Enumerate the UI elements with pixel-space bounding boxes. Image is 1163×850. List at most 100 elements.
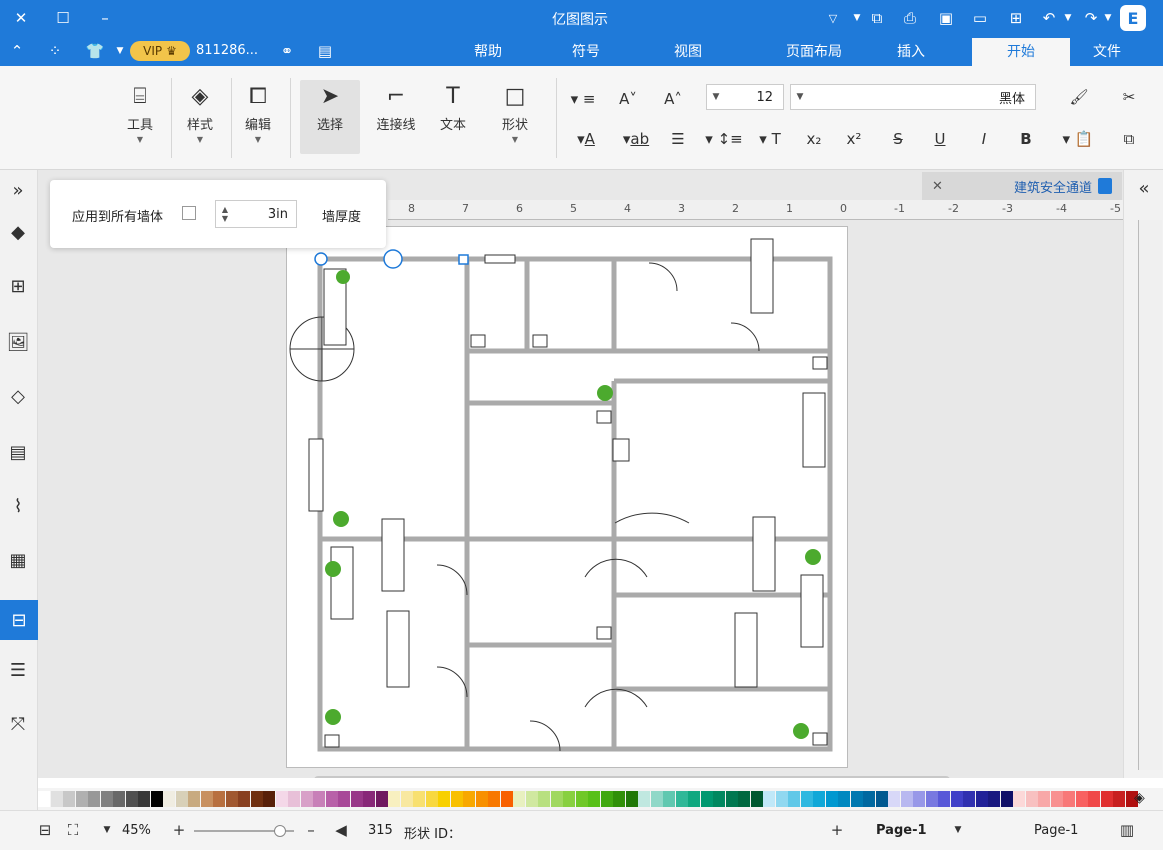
shapes-library-icon[interactable]: ⊞ (4, 272, 32, 300)
text-button[interactable]: T 文本 (426, 80, 480, 154)
apps-icon[interactable]: ⁘ (44, 40, 66, 62)
color-swatch[interactable] (75, 791, 88, 807)
color-swatch[interactable] (225, 791, 238, 807)
color-swatch[interactable] (413, 791, 425, 807)
color-swatch[interactable] (875, 791, 888, 807)
copy-icon[interactable]: ⧉ (1114, 126, 1144, 152)
canvas-area[interactable]: 8 7 6 5 4 3 2 1 0 -1 -2 -3 -4 -5 (38, 170, 1123, 778)
color-swatch[interactable] (675, 791, 688, 807)
color-swatch[interactable] (275, 791, 288, 807)
color-swatch[interactable] (313, 791, 325, 807)
page-selector[interactable]: Page-1 (1034, 823, 1078, 838)
color-swatch[interactable] (925, 791, 938, 807)
tab-6[interactable]: 帮助 (462, 38, 514, 66)
color-swatch[interactable] (888, 791, 900, 807)
align-dropdown-button[interactable]: ▾ ≡ (564, 86, 602, 112)
color-swatch[interactable] (763, 791, 775, 807)
color-swatch[interactable] (463, 791, 475, 807)
line-spacing-button[interactable]: ▾ ↕≡ (704, 126, 744, 152)
tab-3[interactable]: 页面布局 (764, 38, 864, 66)
color-swatch[interactable] (550, 791, 563, 807)
zoom-dropdown-icon[interactable]: ▼ (100, 821, 114, 839)
bullets-icon[interactable]: ☰ (664, 126, 692, 152)
color-swatch[interactable] (388, 791, 400, 807)
tools-button[interactable]: ⌸ 工具 ▼ (115, 80, 165, 160)
color-swatch[interactable] (725, 791, 738, 807)
pages-icon[interactable]: ▤ (4, 438, 32, 466)
add-page-icon[interactable]: + (826, 819, 848, 841)
color-swatch[interactable] (113, 791, 125, 807)
color-swatch[interactable] (663, 791, 675, 807)
color-swatch[interactable] (988, 791, 1000, 807)
zoom-in-icon[interactable]: + (168, 819, 190, 841)
color-swatch[interactable] (688, 791, 700, 807)
zoom-slider[interactable] (194, 825, 294, 837)
cut-icon[interactable]: ✂ (1114, 84, 1144, 110)
color-swatch[interactable] (175, 791, 188, 807)
color-swatch[interactable] (838, 791, 850, 807)
tab-1[interactable]: 开始 (972, 38, 1070, 66)
color-swatch[interactable] (263, 791, 275, 807)
color-swatch[interactable] (900, 791, 913, 807)
tab-0[interactable]: 文件 (1078, 38, 1136, 66)
color-swatch[interactable] (650, 791, 663, 807)
paste-button[interactable]: ▾ 📋 (1058, 126, 1098, 152)
color-swatch[interactable] (700, 791, 713, 807)
new-icon[interactable]: ⊞ (1004, 6, 1028, 30)
color-swatch[interactable] (1113, 791, 1125, 807)
text-case-button[interactable]: ▾ T (752, 126, 788, 152)
color-swatch[interactable] (788, 791, 800, 807)
stepper-arrows-icon[interactable]: ▲ ▼ (216, 205, 234, 223)
subscript-icon[interactable]: x₂ (800, 126, 828, 152)
connector-button[interactable]: ⌐ 连接线 (366, 80, 426, 154)
comment-icon[interactable]: ▤ (312, 40, 338, 62)
color-swatch[interactable] (213, 791, 225, 807)
tshirt-icon[interactable]: 👕 (84, 40, 106, 62)
vip-badge[interactable]: VIP ♛ (130, 41, 190, 61)
undo-icon[interactable]: ↶ (1038, 6, 1060, 30)
minimize-icon[interactable]: – (92, 6, 118, 30)
apply-all-checkbox[interactable] (182, 206, 196, 220)
collapse-ribbon-icon[interactable]: ⌃ (6, 40, 28, 62)
drawing-page[interactable] (286, 226, 848, 768)
page-tab[interactable]: Page-1 (876, 823, 927, 838)
save-icon[interactable]: ▣ (934, 6, 958, 30)
floor-plan[interactable] (287, 227, 849, 769)
thickness-stepper[interactable]: ▲ ▼ 3in (215, 200, 297, 228)
color-swatch[interactable] (625, 791, 638, 807)
color-swatch[interactable] (400, 791, 413, 807)
color-swatch[interactable] (1000, 791, 1013, 807)
color-swatch[interactable] (975, 791, 988, 807)
color-swatch[interactable] (1063, 791, 1075, 807)
color-swatch[interactable] (125, 791, 138, 807)
table-icon[interactable]: ▦ (4, 546, 32, 574)
color-swatch[interactable] (563, 791, 575, 807)
redo-dropdown-icon[interactable]: ▼ (1102, 8, 1114, 28)
color-swatch[interactable] (713, 791, 725, 807)
color-swatch[interactable] (1013, 791, 1025, 807)
color-swatch[interactable] (513, 791, 525, 807)
color-swatch[interactable] (238, 791, 250, 807)
tab-5[interactable]: 符号 (560, 38, 612, 66)
color-swatch[interactable] (338, 791, 350, 807)
color-swatch[interactable] (600, 791, 613, 807)
decrease-font-icon[interactable]: A˅ (614, 86, 642, 112)
color-swatch[interactable] (475, 791, 488, 807)
color-swatch[interactable] (438, 791, 450, 807)
bold-icon[interactable]: B (1012, 126, 1040, 152)
color-swatch[interactable] (288, 791, 300, 807)
chart-icon[interactable]: ⌇ (4, 492, 32, 520)
color-swatch[interactable] (1050, 791, 1063, 807)
undo-dropdown-icon[interactable]: ▼ (1062, 8, 1074, 28)
color-swatch[interactable] (488, 791, 500, 807)
color-swatch[interactable] (88, 791, 100, 807)
color-swatch[interactable] (188, 791, 200, 807)
color-swatch[interactable] (50, 791, 63, 807)
font-name-select[interactable]: ▼ 黑体 (790, 84, 1036, 110)
color-swatch[interactable] (750, 791, 763, 807)
color-swatch[interactable] (613, 791, 625, 807)
color-swatch[interactable] (1100, 791, 1113, 807)
font-size-select[interactable]: ▼ 12 (706, 84, 784, 110)
fill-icon[interactable]: ◆ (4, 218, 32, 246)
zoom-level[interactable]: 45% (122, 823, 151, 838)
